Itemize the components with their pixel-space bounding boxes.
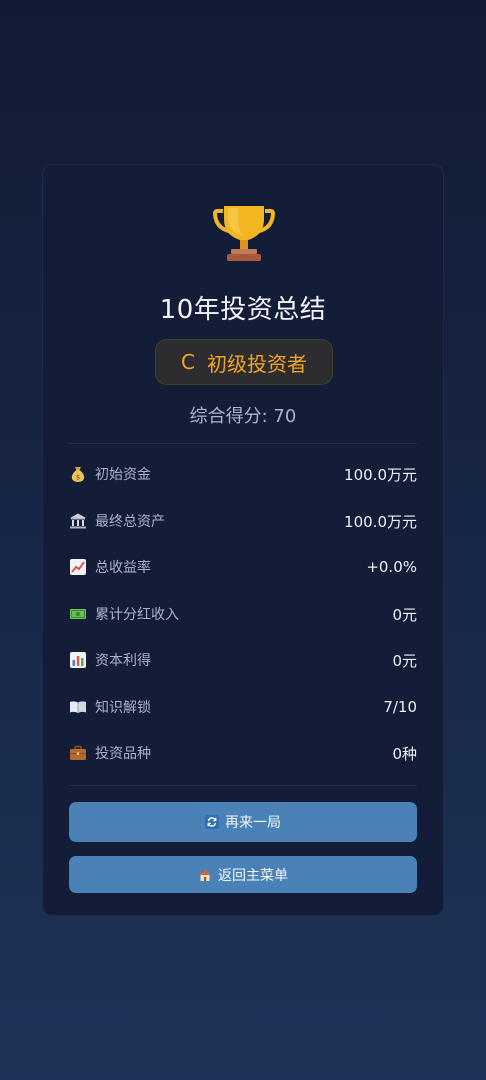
stat-label: 最终总资产 [95,514,165,530]
stat-row-initial-capital: $ 初始资金 100.0万元 [69,459,417,489]
trophy-icon [213,206,275,261]
stat-value: 0种 [392,744,417,763]
stat-row-investment-types: 投资品种 0种 [69,738,417,768]
stat-label: 总收益率 [95,560,151,576]
stat-value: 7/10 [383,698,417,716]
home-icon [199,869,211,881]
stat-value: +0.0% [366,558,417,576]
grade-badge: C 初级投资者 [155,339,333,385]
refresh-icon [205,815,219,829]
stat-row-capital-gains: 资本利得 0元 [69,645,417,675]
stat-value: 0元 [392,605,417,624]
bank-icon [70,513,86,529]
main-menu-button[interactable]: 返回主菜单 [69,856,417,893]
stat-row-dividend-income: 累计分红收入 0元 [69,599,417,629]
stat-label: 知识解锁 [95,700,151,716]
stat-value: 0元 [392,651,417,670]
stat-row-final-assets: 最终总资产 100.0万元 [69,506,417,536]
stat-value: 100.0万元 [344,512,417,531]
bar-chart-icon [70,652,86,668]
stat-value: 100.0万元 [344,465,417,484]
stat-label: 投资品种 [95,746,151,762]
briefcase-icon [70,745,86,760]
open-book-icon [70,701,86,713]
overall-score: 综合得分: 70 [189,406,297,427]
money-bag-icon: $ [71,467,85,482]
chart-up-icon [70,559,86,575]
stat-label: 累计分红收入 [95,607,179,623]
grade-letter: C [181,350,195,374]
main-menu-label: 返回主菜单 [218,867,288,884]
play-again-button[interactable]: 再来一局 [69,802,417,842]
stat-label: 初始资金 [95,467,151,483]
summary-card: 10年投资总结 C 初级投资者 综合得分: 70 $ 初始资金 100.0万元 [42,164,444,916]
banknote-icon [70,609,86,619]
divider [69,785,417,786]
grade-label: 初级投资者 [206,351,307,376]
play-again-label: 再来一局 [225,815,281,831]
svg-text:$: $ [76,474,80,482]
divider [69,443,417,444]
stat-row-total-return: 总收益率 +0.0% [69,552,417,582]
stat-label: 资本利得 [95,653,151,669]
stat-row-knowledge-unlocked: 知识解锁 7/10 [69,692,417,722]
page-title: 10年投资总结 [159,295,327,325]
